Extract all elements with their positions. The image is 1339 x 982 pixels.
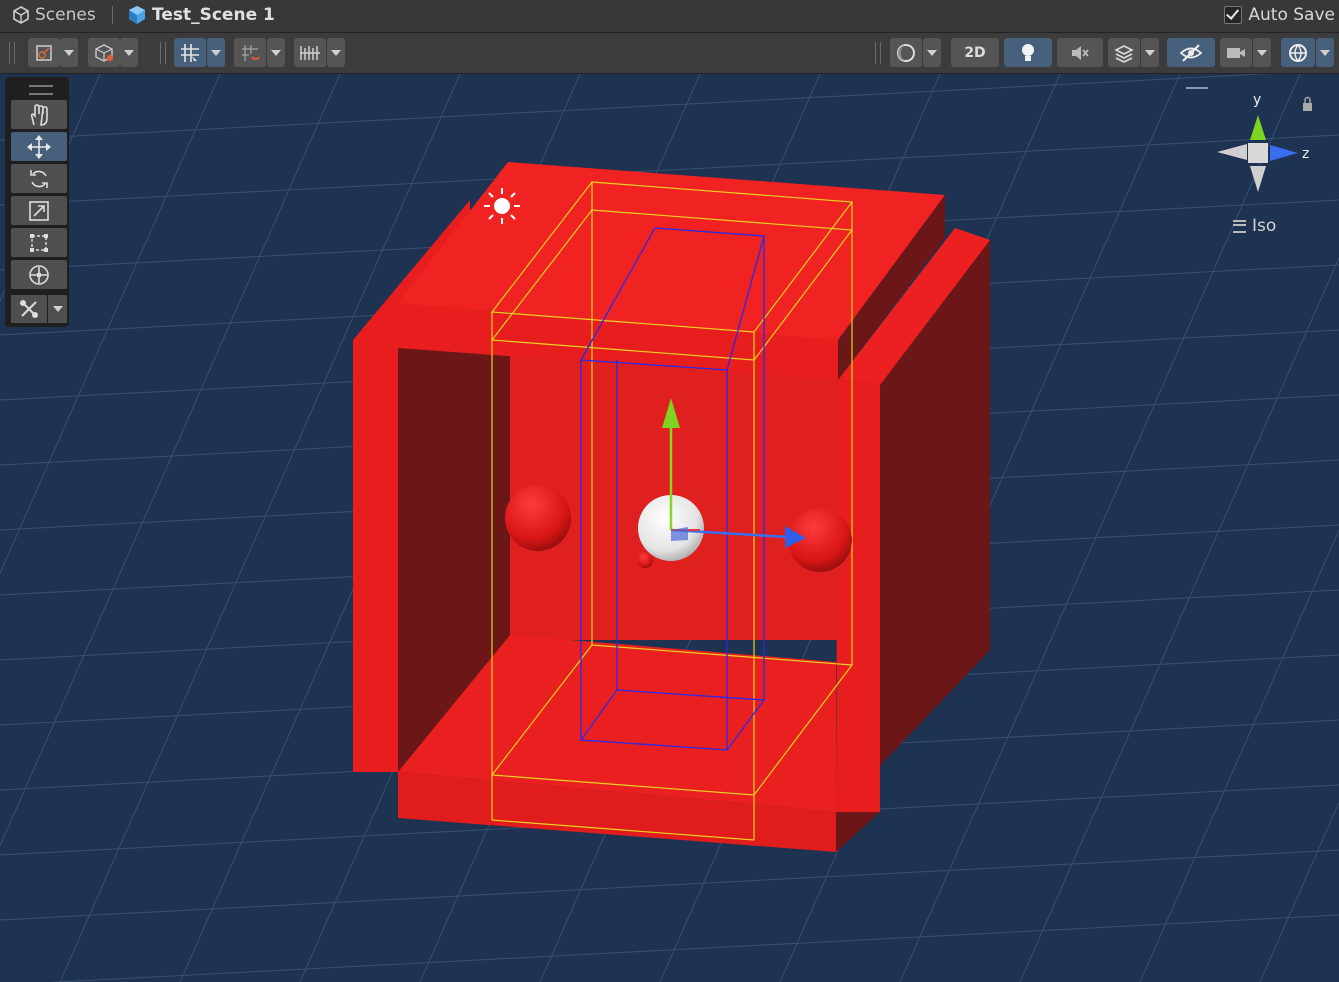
breadcrumb-scene[interactable]: Test_Scene 1 xyxy=(127,4,275,26)
grid-visibility-icon xyxy=(300,45,320,60)
draw-mode-button[interactable] xyxy=(28,38,60,67)
2d-toggle[interactable]: 2D xyxy=(951,38,999,67)
grid-visibility-button[interactable] xyxy=(294,38,326,67)
scenes-label: Scenes xyxy=(35,5,96,25)
camera-dropdown[interactable] xyxy=(1253,38,1271,67)
directional-light-icon[interactable] xyxy=(484,188,520,224)
grid-snap-icon xyxy=(181,43,199,62)
chevron-down-icon xyxy=(1257,49,1267,56)
effects-icon xyxy=(1114,44,1134,63)
gizmo-axis-z-label: z xyxy=(1302,146,1310,162)
render-paths-dropdown[interactable] xyxy=(120,38,138,67)
scene-visibility-icon xyxy=(1179,43,1203,62)
hand-tool[interactable] xyxy=(11,100,67,129)
menu-lines-icon xyxy=(1233,219,1246,233)
scene-visibility-toggle[interactable] xyxy=(1167,38,1215,67)
transform-icon xyxy=(29,264,49,285)
rect-tool[interactable] xyxy=(11,228,67,257)
draw-mode-dropdown[interactable] xyxy=(60,38,78,67)
scene-canvas[interactable] xyxy=(0,74,1339,982)
effects-button[interactable] xyxy=(1108,38,1140,67)
custom-tool-dropdown[interactable] xyxy=(48,295,67,323)
unity-logo-icon xyxy=(13,6,29,24)
breadcrumb-separator xyxy=(112,6,113,24)
camera-icon xyxy=(1227,47,1245,58)
chevron-down-icon xyxy=(64,49,74,56)
projection-label: Iso xyxy=(1252,216,1277,236)
rotate-tool[interactable] xyxy=(11,164,67,193)
toolbar-grip xyxy=(160,42,166,64)
shading-mode-dropdown[interactable] xyxy=(923,38,941,67)
gizmos-button[interactable] xyxy=(1281,38,1315,67)
toolbar-grip xyxy=(9,42,15,64)
audio-mute-icon xyxy=(1072,45,1089,60)
scene-cube-icon xyxy=(129,6,145,24)
tools-overlay xyxy=(5,77,69,327)
red-sphere-left[interactable] xyxy=(505,485,571,551)
move-arrows-icon xyxy=(27,134,51,159)
autosave-checkbox[interactable] xyxy=(1224,6,1243,24)
rotate-icon xyxy=(30,169,48,188)
chevron-down-icon xyxy=(271,49,281,56)
hand-icon xyxy=(30,103,48,126)
custom-tool[interactable] xyxy=(11,295,47,323)
lighting-icon xyxy=(1022,43,1034,61)
shading-mode-button[interactable] xyxy=(890,38,922,67)
scene-name: Test_Scene 1 xyxy=(152,5,275,25)
scene-toolbar: 2D xyxy=(0,33,1339,74)
chevron-down-icon xyxy=(1320,49,1330,56)
effects-dropdown[interactable] xyxy=(1141,38,1159,67)
camera-button[interactable] xyxy=(1220,38,1252,67)
grid-visibility-dropdown[interactable] xyxy=(327,38,345,67)
audio-toggle[interactable] xyxy=(1057,38,1103,67)
scene-titlebar: Scenes Test_Scene 1 Auto Save xyxy=(0,0,1339,33)
increment-snap-button[interactable] xyxy=(234,38,266,67)
gizmos-icon xyxy=(1289,43,1307,62)
rect-transform-icon xyxy=(30,233,48,252)
chevron-down-icon xyxy=(211,49,221,56)
move-tool[interactable] xyxy=(11,132,67,161)
transform-tool[interactable] xyxy=(11,260,67,289)
chevron-down-icon xyxy=(331,49,341,56)
autosave-toggle[interactable]: Auto Save xyxy=(1224,5,1335,25)
breadcrumb-scenes[interactable]: Scenes xyxy=(12,4,96,26)
chevron-down-icon xyxy=(52,306,63,312)
gizmos-dropdown[interactable] xyxy=(1316,38,1334,67)
gizmo-axis-y-label: y xyxy=(1253,92,1262,108)
lighting-toggle[interactable] xyxy=(1004,38,1052,67)
2d-label: 2D xyxy=(964,44,986,61)
overlay-grip[interactable] xyxy=(29,85,53,95)
grid-snap-button[interactable] xyxy=(174,38,206,67)
projection-toggle[interactable]: Iso xyxy=(1233,216,1276,236)
scale-icon xyxy=(29,200,49,221)
draw-mode-icon xyxy=(36,44,52,61)
chevron-down-icon xyxy=(1145,49,1155,56)
shading-mode-icon xyxy=(897,43,915,62)
increment-snap-dropdown[interactable] xyxy=(267,38,285,67)
tools-wrench-icon xyxy=(20,300,38,318)
render-paths-button[interactable] xyxy=(88,38,120,67)
increment-snap-icon xyxy=(242,44,260,61)
render-paths-icon xyxy=(95,43,114,62)
scene-viewport[interactable]: y z xyxy=(0,74,1339,982)
autosave-label: Auto Save xyxy=(1248,5,1335,25)
chevron-down-icon xyxy=(927,49,937,56)
chevron-down-icon xyxy=(124,49,134,56)
toolbar-grip xyxy=(875,42,881,64)
grid-snap-dropdown[interactable] xyxy=(207,38,225,67)
small-red-sphere[interactable] xyxy=(637,552,653,568)
scale-tool[interactable] xyxy=(11,196,67,225)
